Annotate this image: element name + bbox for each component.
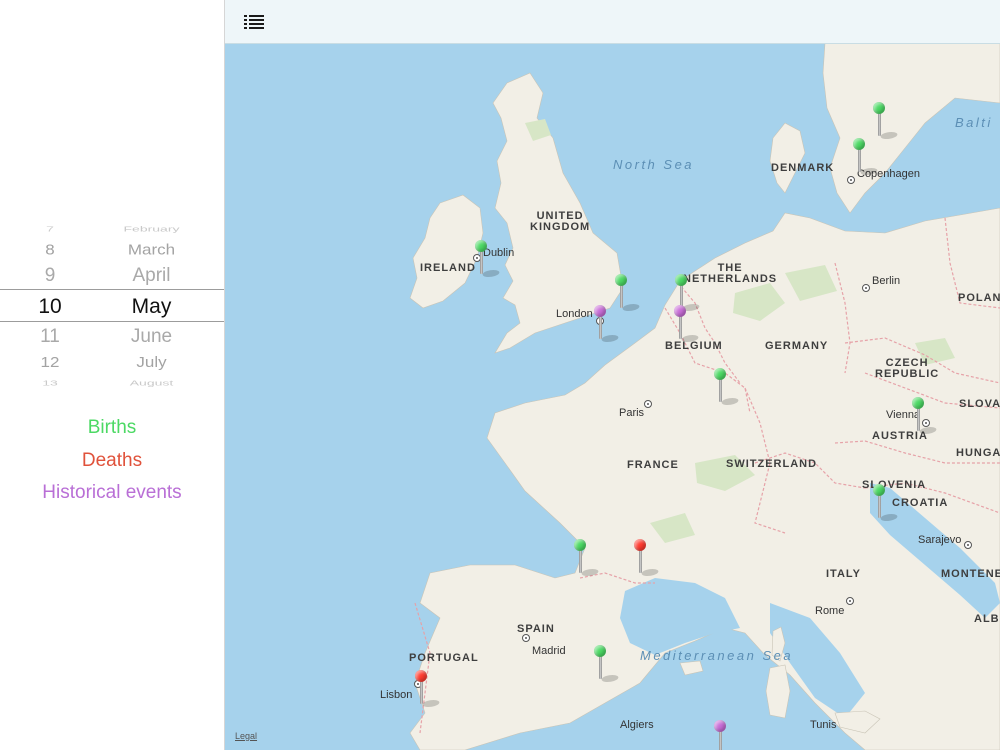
country-label-ireland: IRELAND [420, 262, 476, 274]
pin-birth[interactable] [573, 539, 601, 579]
pin-birth[interactable] [713, 368, 741, 408]
map-basemap [409, 43, 1000, 750]
city-label-tunis: Tunis [810, 719, 837, 731]
picker-row[interactable]: 9 April [0, 259, 224, 293]
city-label-algiers: Algiers [620, 719, 654, 731]
capital-marker-berlin [862, 284, 870, 292]
city-label-berlin: Berlin [872, 275, 901, 287]
country-label-slovakia: SLOVA [959, 398, 1000, 410]
pin-birth[interactable] [852, 138, 880, 178]
picker-selection-indicator [0, 289, 224, 322]
country-label-albania: ALB [974, 613, 1000, 625]
country-label-france: FRANCE [627, 459, 679, 471]
pin-birth[interactable] [614, 274, 642, 314]
land-scandinavia [769, 122, 806, 194]
sea-label-baltic: Balti [955, 115, 993, 130]
city-label-rome: Rome [815, 605, 845, 617]
country-label-netherlands: THE NETHERLANDS [683, 262, 778, 285]
country-label-poland: POLAN [958, 292, 1000, 304]
country-label-czech: CZECH REPUBLIC [875, 357, 940, 380]
land-sardinia [765, 664, 791, 719]
sea-label-mediterranean: Mediterranean Sea [640, 648, 794, 663]
legend-historical-events: Historical events [42, 482, 182, 503]
country-label-montenegro: MONTENE [941, 568, 1000, 580]
pin-death[interactable] [414, 670, 442, 710]
city-label-lisbon: Lisbon [380, 689, 413, 701]
list-button[interactable] [239, 10, 269, 32]
land-mallorca [679, 660, 704, 676]
legend-deaths: Deaths [81, 450, 143, 471]
pin-birth[interactable] [911, 397, 939, 437]
pin-birth[interactable] [593, 645, 621, 685]
city-label-sarajevo: Sarajevo [918, 534, 962, 546]
pin-death[interactable] [633, 539, 661, 579]
pin-historical-event[interactable] [673, 305, 701, 345]
sea-label-north-sea: North Sea [613, 157, 695, 172]
list-icon [244, 15, 264, 29]
picker-month: April [132, 265, 171, 286]
map-view[interactable]: North Sea Balti Mediterranean Sea UNITED… [225, 43, 1000, 750]
pin-birth[interactable] [474, 240, 502, 280]
picker-day: 9 [44, 265, 56, 286]
country-label-hungary: HUNGA [956, 447, 1000, 459]
capital-marker-madrid [522, 634, 530, 642]
pin-birth[interactable] [872, 102, 900, 142]
country-label-switzerland: SWITZERLAND [726, 458, 818, 470]
pin-birth[interactable] [872, 484, 900, 524]
legend-births: Births [87, 417, 137, 438]
pin-historical-event[interactable] [593, 305, 621, 345]
pin-historical-event[interactable] [713, 720, 729, 750]
country-label-germany: GERMANY [765, 340, 829, 352]
country-label-spain: SPAIN [517, 623, 555, 635]
picker-month: August [129, 378, 174, 388]
land-ireland [409, 194, 484, 309]
picker-row[interactable]: 13 August [0, 366, 224, 394]
country-label-italy: ITALY [826, 568, 861, 580]
capital-marker-paris [644, 400, 652, 408]
country-label-portugal: PORTUGAL [409, 652, 479, 664]
top-toolbar [225, 0, 1000, 44]
country-label-denmark: DENMARK [771, 162, 835, 174]
country-label-uk: UNITED KINGDOM [530, 210, 591, 233]
capital-marker-rome [846, 597, 854, 605]
picker-day: 13 [42, 378, 58, 388]
city-label-london: London [556, 308, 593, 320]
country-label-croatia: CROATIA [892, 497, 949, 509]
left-panel: 7 February 8 March 9 April 10 May 11 Jun… [0, 0, 225, 750]
capital-marker-sarajevo [964, 541, 972, 549]
legal-link[interactable]: Legal [235, 731, 257, 741]
city-label-madrid: Madrid [532, 645, 566, 657]
city-label-paris: Paris [619, 407, 645, 419]
